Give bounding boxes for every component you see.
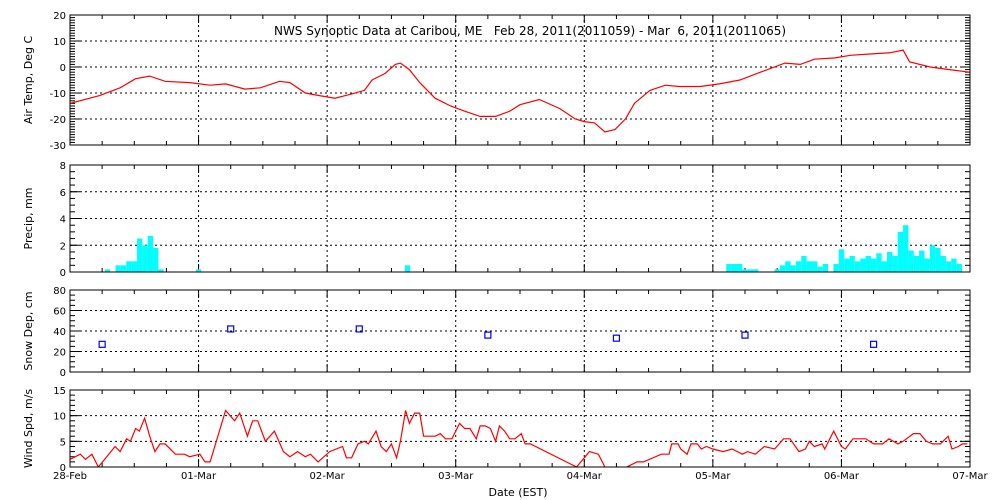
precip-bar: [844, 258, 850, 272]
precip-bar: [929, 245, 936, 272]
precip-bar: [945, 261, 952, 272]
precip-bar: [120, 265, 127, 272]
y-tick-label: 0: [60, 268, 66, 279]
snow-depth-marker: [484, 331, 492, 339]
precip-bar: [903, 225, 909, 272]
precip-bar: [913, 255, 920, 272]
x-tick-label: 04-Mar: [567, 471, 603, 482]
precip-bar: [849, 255, 855, 272]
x-tick-label: 07-Mar: [952, 471, 988, 482]
precip-bar: [951, 258, 957, 272]
precip-bar: [147, 235, 154, 272]
precip-bar: [908, 250, 914, 272]
precip-bar: [790, 265, 796, 272]
precip-bar: [731, 263, 737, 272]
snow-depth-marker: [741, 331, 749, 339]
precip-bar: [131, 261, 137, 272]
snow-depth-marker: [98, 340, 106, 348]
precip-bar: [806, 261, 812, 272]
precip-bar: [785, 261, 791, 272]
panel-precip: 8 6 4 2 0 Precip, mm: [22, 161, 971, 279]
snow-depth-marker: [612, 334, 621, 342]
series-precip: [104, 225, 962, 272]
precip-bar: [142, 245, 148, 272]
y-axis-label: Air Temp, Deg C: [22, 36, 35, 125]
precip-bar: [811, 261, 818, 272]
x-tick-label: 28-Feb: [53, 471, 87, 482]
series-air-temp: [70, 49, 970, 133]
precip-bar: [126, 261, 132, 272]
precip-bar: [870, 258, 877, 272]
precip-bar: [115, 265, 121, 272]
y-tick-label: 10: [53, 412, 66, 423]
precip-bar: [838, 249, 845, 272]
y-tick-label: 8: [60, 161, 66, 172]
x-tick-label: 01-Mar: [181, 471, 217, 482]
precip-bar: [860, 258, 866, 272]
y-tick-label: 40: [53, 327, 66, 338]
y-tick-label: -20: [50, 115, 66, 126]
y-tick-label: 4: [60, 215, 66, 226]
precip-bar: [736, 263, 743, 272]
y-tick-label: 20: [53, 348, 66, 359]
precip-bar: [865, 255, 871, 272]
y-axis-label: Precip, mm: [22, 188, 35, 250]
precip-bar: [876, 253, 882, 272]
precip-bar: [881, 261, 887, 272]
y-tick-label: 15: [53, 386, 66, 397]
precip-bar: [886, 251, 893, 272]
y-axis-label: Wind Spd, m/s: [22, 389, 35, 469]
panel-frame: [69, 389, 971, 468]
precip-bar: [892, 255, 898, 272]
x-tick-label: 02-Mar: [310, 471, 346, 482]
precip-bar: [897, 231, 904, 272]
synoptic-chart: NWS Synoptic Data at Caribou, ME Feb 28,…: [22, 11, 988, 499]
y-tick-label: 10: [53, 37, 66, 48]
precip-bar: [940, 255, 946, 272]
y-tick-label: 6: [60, 188, 66, 199]
snow-depth-marker: [869, 340, 878, 348]
precip-bar: [136, 238, 143, 272]
air-temp-line: [70, 49, 970, 133]
y-tick-label: 20: [53, 11, 66, 22]
precip-bar: [817, 266, 823, 272]
x-axis-label: Date (EST): [488, 486, 547, 499]
y-tick-label: -30: [50, 141, 66, 152]
precip-bar: [956, 263, 962, 272]
precip-bar: [795, 261, 802, 272]
precip-bar: [153, 247, 159, 272]
panel-wind-speed: 151050Wind Spd, m/s28-Feb 01-Mar 02-Mar 03-…: [22, 386, 988, 482]
x-tick-label: 06-Mar: [824, 471, 860, 482]
precip-bar: [779, 265, 786, 272]
precip-bar: [801, 255, 807, 272]
precip-bar: [935, 247, 941, 272]
chart-title: NWS Synoptic Data at Caribou, ME Feb 28,…: [274, 24, 786, 38]
series-snow-depth: [98, 325, 878, 348]
y-tick-label: 0: [60, 63, 66, 74]
precip-bar: [833, 263, 839, 272]
panel-snow-depth: 80 60 40 20 0 Snow Dep, cm: [22, 286, 971, 379]
y-tick-label: 80: [53, 286, 66, 297]
precip-bar: [822, 263, 829, 272]
y-tick-label: 60: [53, 307, 66, 318]
precip-bar: [924, 258, 930, 272]
precip-bar: [726, 263, 732, 272]
precip-bar: [404, 265, 411, 272]
wind-speed-line: [70, 409, 968, 467]
x-tick-label: 05-Mar: [695, 471, 731, 482]
x-tick-label: 03-Mar: [438, 471, 474, 482]
precip-bar: [854, 261, 861, 272]
series-wind-speed: [70, 409, 968, 467]
precip-bar: [919, 250, 925, 272]
y-tick-label: 2: [60, 241, 66, 252]
y-axis-label: Snow Dep, cm: [22, 291, 35, 370]
y-tick-label: 5: [60, 437, 66, 448]
y-tick-label: -10: [50, 89, 66, 100]
y-tick-label: 0: [60, 368, 66, 379]
